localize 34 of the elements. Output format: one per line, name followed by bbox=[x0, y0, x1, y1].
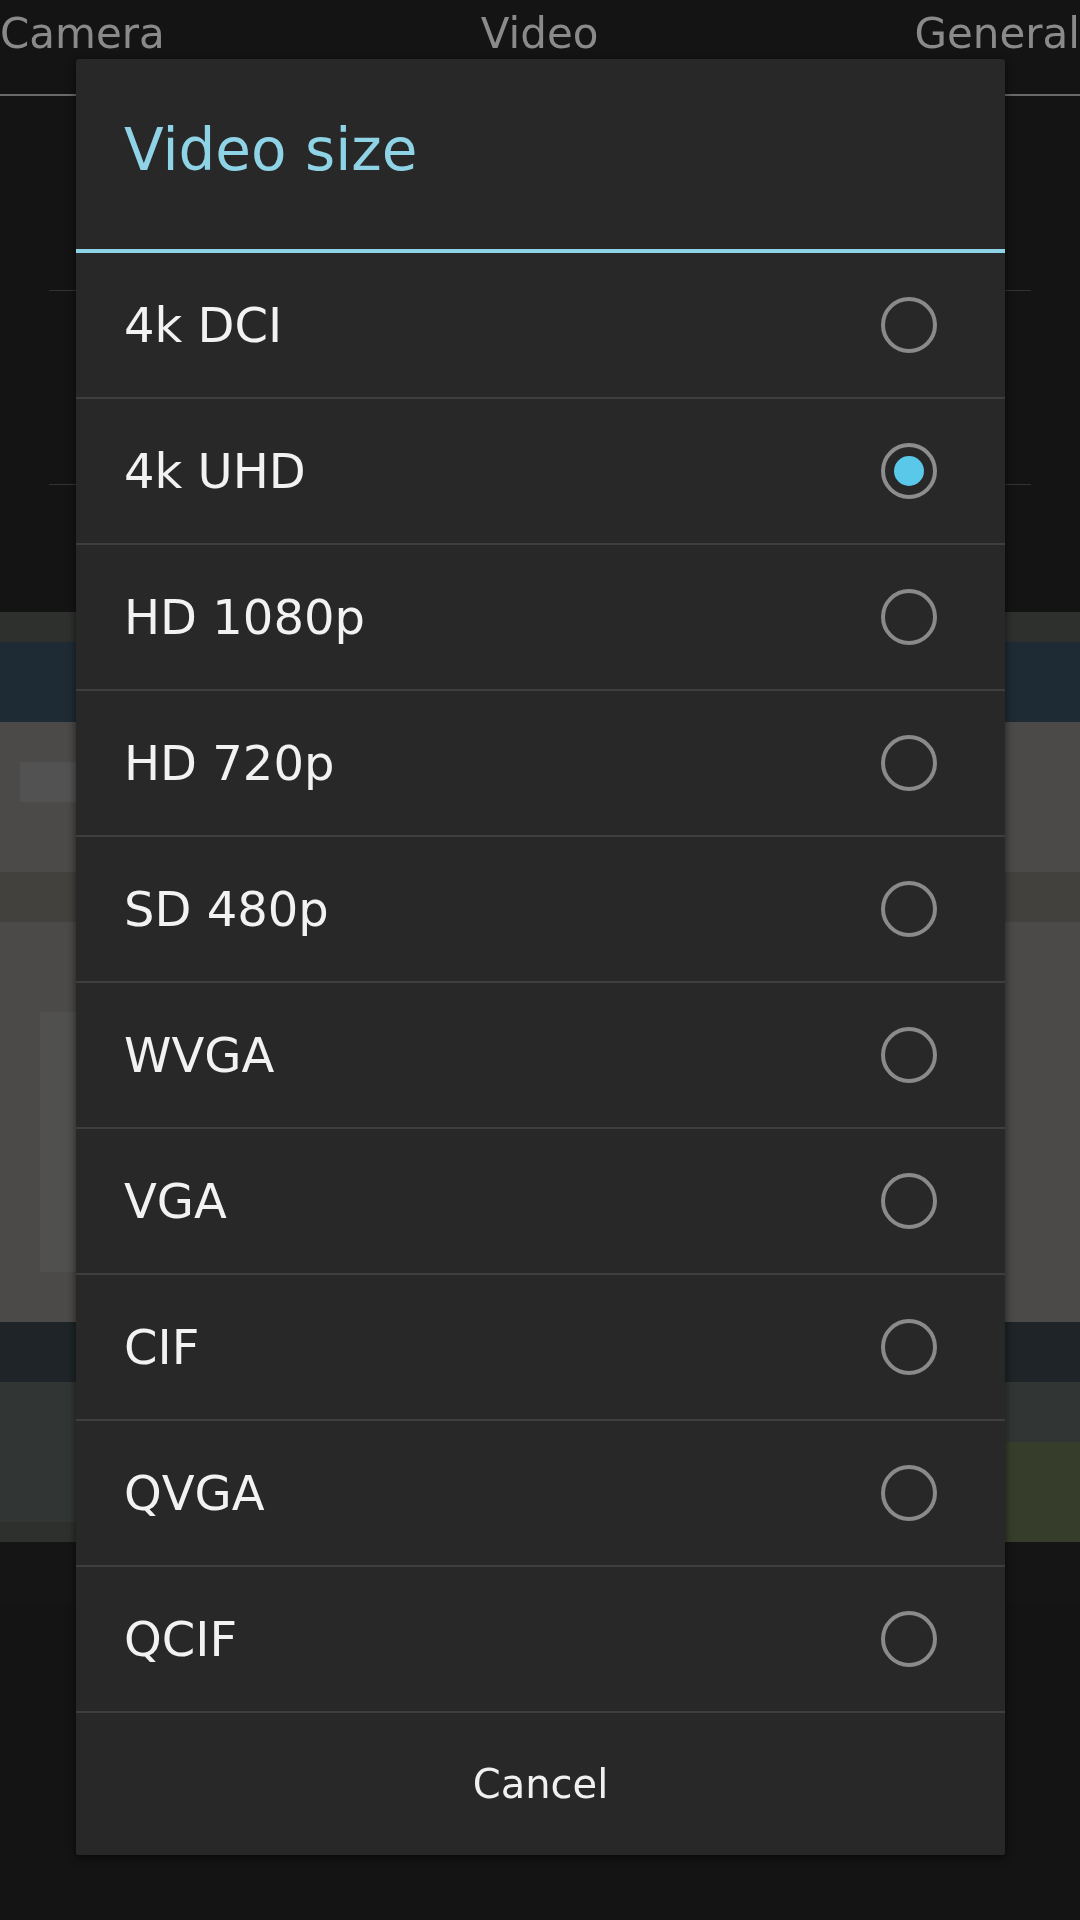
option-label: 4k UHD bbox=[124, 443, 306, 499]
option-label: WVGA bbox=[124, 1027, 275, 1083]
option-label: VGA bbox=[124, 1173, 227, 1229]
tab[interactable]: General bbox=[914, 10, 1080, 58]
option-label: CIF bbox=[124, 1319, 200, 1375]
option-row[interactable]: CIF bbox=[76, 1275, 1005, 1421]
radio-button[interactable] bbox=[881, 735, 937, 791]
tab[interactable]: Video bbox=[480, 10, 599, 58]
radio-button[interactable] bbox=[881, 1611, 937, 1667]
dialog-title: Video size bbox=[123, 115, 419, 186]
radio-button[interactable] bbox=[881, 297, 937, 353]
cancel-button[interactable]: Cancel bbox=[76, 1713, 1005, 1855]
option-label: SD 480p bbox=[124, 881, 329, 937]
radio-button[interactable] bbox=[881, 1027, 937, 1083]
tab[interactable]: Camera bbox=[0, 10, 165, 58]
option-label: HD 1080p bbox=[124, 589, 365, 645]
option-label: 4k DCI bbox=[124, 297, 283, 353]
radio-button[interactable] bbox=[881, 443, 937, 499]
option-row[interactable]: WVGA bbox=[76, 983, 1005, 1129]
option-row[interactable]: VGA bbox=[76, 1129, 1005, 1275]
radio-button[interactable] bbox=[881, 1465, 937, 1521]
option-row[interactable]: QVGA bbox=[76, 1421, 1005, 1567]
option-row[interactable]: HD 1080p bbox=[76, 545, 1005, 691]
radio-button[interactable] bbox=[881, 589, 937, 645]
option-row[interactable]: 4k UHD bbox=[76, 399, 1005, 545]
option-row[interactable]: SD 480p bbox=[76, 837, 1005, 983]
option-label: HD 720p bbox=[124, 735, 335, 791]
radio-button[interactable] bbox=[881, 1173, 937, 1229]
option-label: QCIF bbox=[124, 1611, 238, 1667]
radio-button[interactable] bbox=[881, 1319, 937, 1375]
option-row[interactable]: 4k DCI bbox=[76, 253, 1005, 399]
option-label: QVGA bbox=[124, 1465, 265, 1521]
option-row[interactable]: HD 720p bbox=[76, 691, 1005, 837]
radio-button[interactable] bbox=[881, 881, 937, 937]
